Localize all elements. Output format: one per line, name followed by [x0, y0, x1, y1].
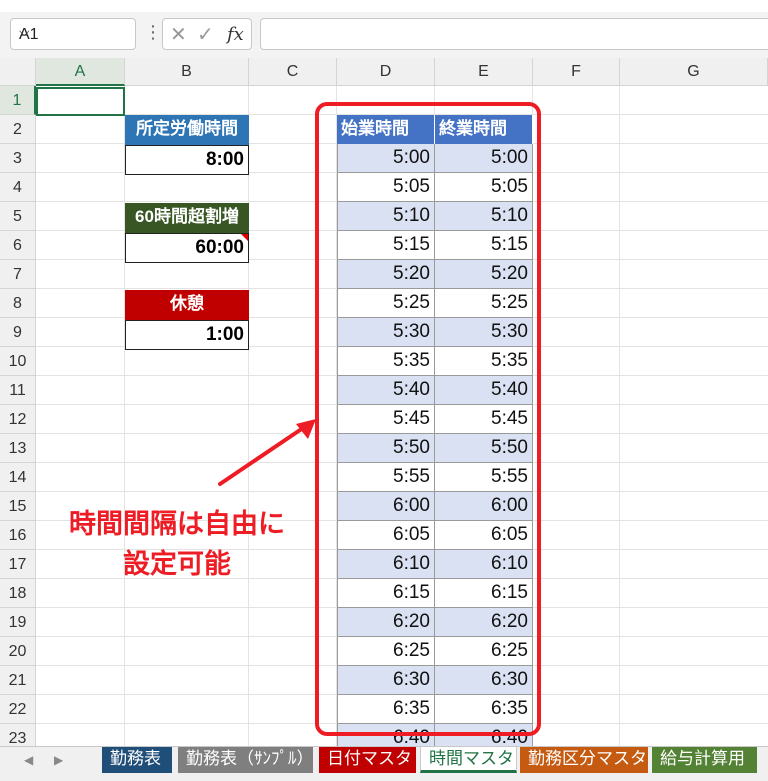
top-strip	[0, 0, 768, 12]
sheet-tab-bar: ◀ ▶ 勤務表 勤務表（ｻﾝﾌﾟﾙ） 日付マスタ 時間マスタ 勤務区分マスタ 給与計算用	[0, 746, 768, 781]
sheet-tab-4[interactable]: 時間マスタ	[420, 747, 517, 773]
scroll-right-icon[interactable]: ▶	[54, 753, 63, 767]
formula-bar: A1 ⌵ ⋮ ✕ ✓ fx	[0, 12, 768, 58]
fx-icon[interactable]: fx	[227, 24, 244, 45]
more-options-icon[interactable]: ⋮	[144, 22, 162, 43]
name-box[interactable]: A1 ⌵	[10, 18, 136, 50]
sheet-tab-1[interactable]: 勤務表	[102, 747, 172, 773]
chevron-down-icon[interactable]: ⌵	[19, 23, 129, 40]
annotation-line-2: 設定可能	[123, 549, 231, 579]
spreadsheet-grid: A B C D E F G 1 2 3 4 5 6 7 8 9 10 11 12 13 14 15 16 17 1…	[0, 58, 768, 746]
formula-input[interactable]	[260, 18, 768, 50]
annotation-line-1: 時間間隔は自由に	[69, 509, 285, 539]
highlight-frame	[315, 102, 541, 736]
cancel-icon[interactable]: ✕	[170, 22, 187, 47]
sheet-tab-5[interactable]: 勤務区分マスタ	[520, 747, 648, 773]
sheet-tab-3[interactable]: 日付マスタ	[319, 747, 416, 773]
confirm-icon[interactable]: ✓	[197, 22, 214, 47]
formula-buttons: ✕ ✓ fx	[162, 18, 252, 50]
sheet-tab-2[interactable]: 勤務表（ｻﾝﾌﾟﾙ）	[178, 747, 314, 773]
scroll-left-icon[interactable]: ◀	[24, 753, 33, 767]
sheet-tab-6[interactable]: 給与計算用	[652, 747, 757, 773]
